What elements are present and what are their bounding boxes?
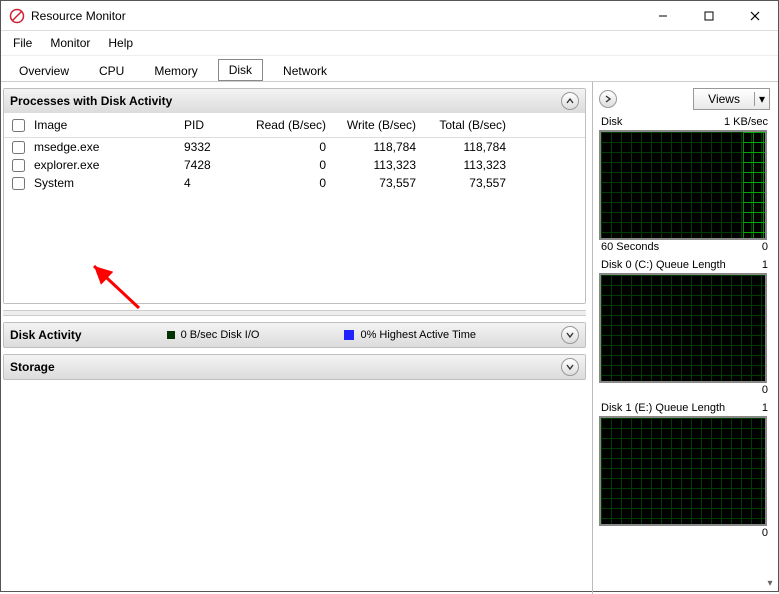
title-bar: Resource Monitor xyxy=(1,1,778,31)
views-dropdown-icon[interactable]: ▾ xyxy=(754,92,769,106)
graph-foot-right: 0 xyxy=(762,527,768,539)
cell-total: 113,323 xyxy=(420,157,510,173)
main-panel: Processes with Disk Activity Image PID R… xyxy=(1,82,592,594)
app-icon xyxy=(9,8,25,24)
green-swatch-icon xyxy=(167,331,175,339)
processes-section-title: Processes with Disk Activity xyxy=(10,94,172,108)
cell-pid: 7428 xyxy=(180,157,240,173)
collapse-side-icon[interactable] xyxy=(599,90,617,108)
expand-disk-activity-icon[interactable] xyxy=(561,326,579,344)
graph-title: Disk 0 (C:) Queue Length xyxy=(601,259,726,271)
graph-scale: 1 KB/sec xyxy=(724,116,768,128)
splitter[interactable] xyxy=(3,310,586,316)
graph-canvas xyxy=(599,130,767,240)
row-checkbox[interactable] xyxy=(12,141,25,154)
cell-write: 113,323 xyxy=(330,157,420,173)
cell-image: System xyxy=(30,175,180,191)
cell-image: explorer.exe xyxy=(30,157,180,173)
close-button[interactable] xyxy=(732,1,778,31)
highest-active-indicator: 0% Highest Active Time xyxy=(344,329,476,341)
graph-foot-right: 0 xyxy=(762,241,768,253)
menu-help[interactable]: Help xyxy=(100,33,141,53)
minimize-button[interactable] xyxy=(640,1,686,31)
processes-columns[interactable]: Image PID Read (B/sec) Write (B/sec) Tot… xyxy=(4,113,585,138)
column-write[interactable]: Write (B/sec) xyxy=(330,117,420,133)
disk-io-label: 0 B/sec Disk I/O xyxy=(181,329,260,341)
table-row[interactable]: System 4 0 73,557 73,557 xyxy=(4,174,585,192)
cell-total: 73,557 xyxy=(420,175,510,191)
graph-foot-right: 0 xyxy=(762,384,768,396)
column-read[interactable]: Read (B/sec) xyxy=(240,117,330,133)
highest-active-label: 0% Highest Active Time xyxy=(360,329,476,341)
cell-write: 73,557 xyxy=(330,175,420,191)
window-title: Resource Monitor xyxy=(31,9,640,23)
graph-disk0-queue: Disk 0 (C:) Queue Length 1 0 xyxy=(599,259,770,396)
tab-network[interactable]: Network xyxy=(273,61,337,81)
tab-cpu[interactable]: CPU xyxy=(89,61,134,81)
tab-overview[interactable]: Overview xyxy=(9,61,79,81)
graph-disk1-queue: Disk 1 (E:) Queue Length 1 0 xyxy=(599,402,770,539)
table-row[interactable]: explorer.exe 7428 0 113,323 113,323 xyxy=(4,156,585,174)
row-checkbox[interactable] xyxy=(12,177,25,190)
cell-write: 118,784 xyxy=(330,139,420,155)
cell-read: 0 xyxy=(240,139,330,155)
graph-foot-left: 60 Seconds xyxy=(601,241,659,253)
storage-section: Storage xyxy=(3,354,586,380)
graph-title: Disk xyxy=(601,116,622,128)
menu-monitor[interactable]: Monitor xyxy=(42,33,98,53)
side-panel: Views ▾ Disk 1 KB/sec 60 Seconds 0 Disk … xyxy=(592,82,778,594)
processes-section: Processes with Disk Activity Image PID R… xyxy=(3,88,586,304)
storage-header[interactable]: Storage xyxy=(4,355,585,379)
views-button[interactable]: Views ▾ xyxy=(693,88,770,110)
column-total[interactable]: Total (B/sec) xyxy=(420,117,510,133)
storage-title: Storage xyxy=(10,360,55,374)
column-pid[interactable]: PID xyxy=(180,117,240,133)
views-label: Views xyxy=(694,92,754,106)
cell-read: 0 xyxy=(240,175,330,191)
column-checkbox[interactable] xyxy=(8,117,30,133)
table-row[interactable]: msedge.exe 9332 0 118,784 118,784 xyxy=(4,138,585,156)
cell-pid: 4 xyxy=(180,175,240,191)
graph-title: Disk 1 (E:) Queue Length xyxy=(601,402,725,414)
blue-swatch-icon xyxy=(344,330,354,340)
row-checkbox[interactable] xyxy=(12,159,25,172)
processes-table: Image PID Read (B/sec) Write (B/sec) Tot… xyxy=(4,113,585,303)
graph-scale: 1 xyxy=(762,402,768,414)
cell-read: 0 xyxy=(240,157,330,173)
disk-activity-header[interactable]: Disk Activity 0 B/sec Disk I/O 0% Highes… xyxy=(4,323,585,347)
disk-io-indicator: 0 B/sec Disk I/O xyxy=(167,329,260,341)
cell-total: 118,784 xyxy=(420,139,510,155)
tab-bar: Overview CPU Memory Disk Network xyxy=(1,56,778,82)
cell-image: msedge.exe xyxy=(30,139,180,155)
graph-canvas xyxy=(599,273,767,383)
disk-activity-section: Disk Activity 0 B/sec Disk I/O 0% Highes… xyxy=(3,322,586,348)
graph-disk: Disk 1 KB/sec 60 Seconds 0 xyxy=(599,116,770,253)
cell-pid: 9332 xyxy=(180,139,240,155)
disk-activity-title: Disk Activity xyxy=(10,328,82,342)
graph-canvas xyxy=(599,416,767,526)
maximize-button[interactable] xyxy=(686,1,732,31)
tab-memory[interactable]: Memory xyxy=(144,61,207,81)
processes-section-header[interactable]: Processes with Disk Activity xyxy=(4,89,585,113)
graph-scale: 1 xyxy=(762,259,768,271)
expand-storage-icon[interactable] xyxy=(561,358,579,376)
menu-bar: File Monitor Help xyxy=(1,31,778,56)
tab-disk[interactable]: Disk xyxy=(218,59,263,81)
column-image[interactable]: Image xyxy=(30,117,180,133)
collapse-processes-icon[interactable] xyxy=(561,92,579,110)
menu-file[interactable]: File xyxy=(5,33,40,53)
scroll-down-icon[interactable]: ▾ xyxy=(761,574,779,592)
